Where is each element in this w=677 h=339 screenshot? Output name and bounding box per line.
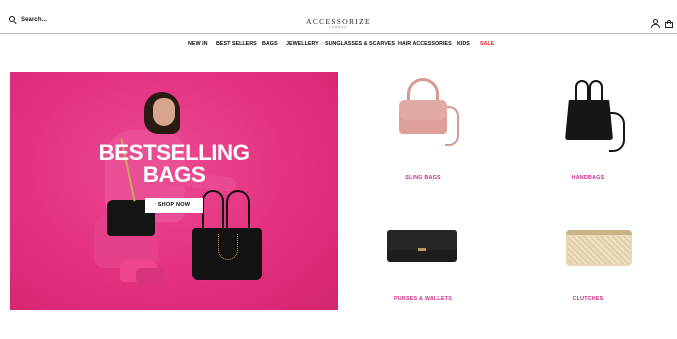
purse-image [387,230,457,262]
clutch-image [566,230,632,266]
nav-item-sale[interactable]: SALE [480,41,494,47]
logo-text[interactable]: ACCESSORIZE [0,17,677,26]
category-label-handbags[interactable]: HANDBAGS [523,175,653,181]
user-icon[interactable] [651,19,660,28]
category-tile-clutches[interactable]: CLUTCHES [523,190,653,302]
hero-banner[interactable]: BESTSELLING BAGS SHOP NOW [10,72,338,310]
main-navigation: NEW IN BEST SELLERS BAGS JEWELLERY SUNGL… [0,41,677,51]
category-label-clutches[interactable]: CLUTCHES [523,296,653,302]
site-header: Search... ACCESSORIZE LONDON [0,0,677,34]
category-tile-handbags[interactable]: HANDBAGS [523,72,653,182]
hero-title-line2: BAGS [142,161,206,187]
hero-title-line1: BESTSELLING [98,140,251,165]
category-tile-purses-wallets[interactable]: PURSES & WALLETS [348,190,478,302]
logo-subtext: LONDON [329,26,348,29]
category-label-sling-bags[interactable]: SLING BAGS [358,175,488,181]
hero-model-face [153,98,175,126]
sling-bag-image [399,78,459,146]
nav-item-new-in[interactable]: NEW IN [188,41,207,47]
brand-logo[interactable]: ACCESSORIZE LONDON [0,17,677,29]
nav-item-bags[interactable]: BAGS [262,41,278,47]
nav-item-jewellery[interactable]: JEWELLERY [286,41,319,47]
nav-item-best-sellers[interactable]: BEST SELLERS [216,41,257,47]
nav-item-hair-accessories[interactable]: HAIR ACCESSORIES [398,41,452,47]
shopping-bag-icon[interactable] [665,20,673,28]
hero-tote-bag-image [192,190,262,280]
nav-item-kids[interactable]: KIDS [457,41,470,47]
hero-model-shoe-heel [136,268,164,284]
category-label-purses-wallets[interactable]: PURSES & WALLETS [358,296,488,302]
hero-title: BESTSELLING BAGS [10,142,338,185]
shop-now-button[interactable]: SHOP NOW [145,198,203,213]
nav-item-sunglasses-scarves[interactable]: SUNGLASSES & SCARVES [325,41,395,47]
handbag-strap [609,112,625,152]
handbag-image [565,100,613,140]
category-tile-sling-bags[interactable]: SLING BAGS [358,72,488,182]
